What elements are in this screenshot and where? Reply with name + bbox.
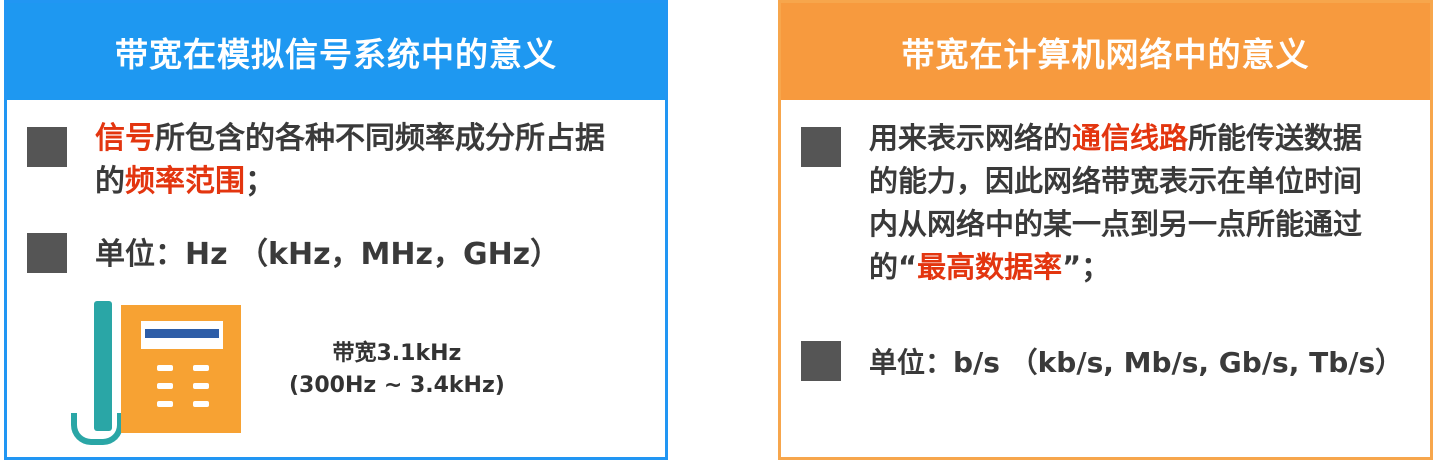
signal-highlight: 信号 (95, 121, 155, 156)
analog-bandwidth-panel: 带宽在模拟信号系统中的意义 信号所包含的各种不同频率成分所占据 的频率范围； 单… (4, 0, 668, 460)
definition-line1: 所包含的各种不同频率成分所占据 (155, 121, 605, 156)
network-definition-text: 用来表示网络的通信线路所能传送数据 的能力，因此网络带宽表示在单位时间 内从网络… (869, 117, 1362, 289)
telephone-icon (67, 301, 247, 451)
bullet-square-icon (27, 127, 67, 167)
bullet-square-icon (801, 341, 841, 381)
bullet-square-icon (27, 233, 67, 273)
net-line1-post: 所能传送数据 (1188, 121, 1363, 155)
net-line1-pre: 用来表示网络的 (869, 121, 1073, 155)
frequency-range-highlight: 频率范围 (125, 164, 245, 199)
network-unit-text: 单位：b/s （kb/s, Mb/s, Gb/s, Tb/s） (869, 346, 1404, 379)
analog-panel-title: 带宽在模拟信号系统中的意义 (7, 3, 665, 100)
net-line2: 的能力，因此网络带宽表示在单位时间 (869, 164, 1363, 198)
network-bandwidth-panel: 带宽在计算机网络中的意义 用来表示网络的通信线路所能传送数据 的能力，因此网络带… (778, 0, 1433, 460)
definition-line2-post: ； (245, 164, 275, 199)
net-line4-pre: 的“ (869, 250, 918, 284)
bandwidth-value: 带宽3.1kHz (332, 341, 462, 366)
net-line4-post: ”； (1062, 250, 1111, 284)
communication-line-highlight: 通信线路 (1072, 121, 1189, 155)
analog-unit-text: 单位：Hz （kHz，MHz，GHz） (95, 237, 561, 272)
max-data-rate-highlight: 最高数据率 (917, 250, 1063, 284)
network-panel-title: 带宽在计算机网络中的意义 (781, 3, 1430, 100)
net-line3: 内从网络中的某一点到另一点所能通过 (869, 207, 1363, 241)
bandwidth-caption: 带宽3.1kHz (300Hz ~ 3.4kHz) (289, 338, 505, 402)
analog-definition-text: 信号所包含的各种不同频率成分所占据 的频率范围； (95, 117, 605, 203)
bullet-square-icon (801, 127, 841, 167)
definition-line2-pre: 的 (95, 164, 125, 199)
bandwidth-range: (300Hz ~ 3.4kHz) (289, 373, 505, 398)
